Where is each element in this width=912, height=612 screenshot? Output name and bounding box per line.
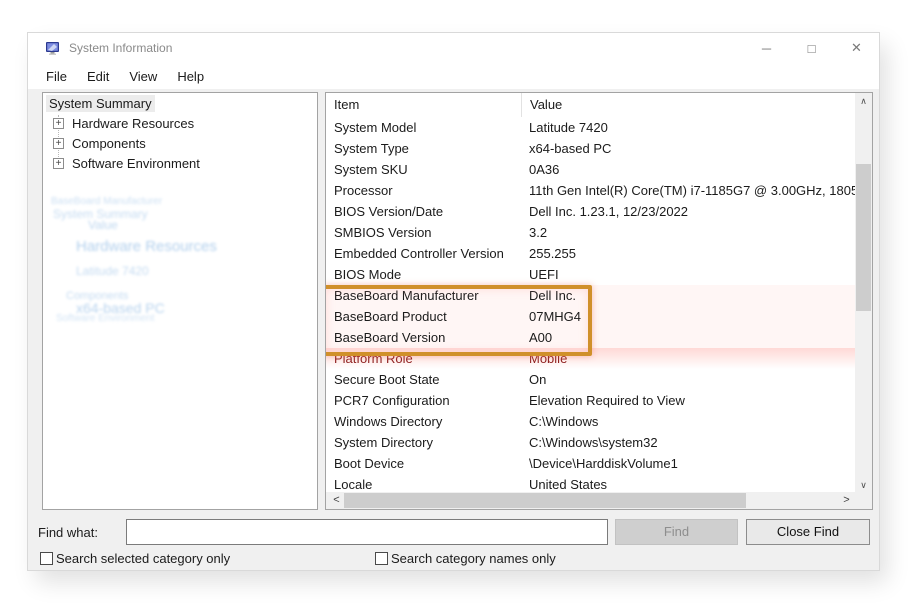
menu-edit[interactable]: Edit [77, 66, 119, 87]
close-find-button[interactable]: Close Find [746, 519, 870, 545]
table-row[interactable]: BIOS Version/Date Dell Inc. 1.23.1, 12/2… [326, 201, 855, 222]
search-options-row: Search selected category only Search cat… [28, 551, 879, 570]
ghost-text-artifact: BaseBoard Manufacturer [51, 196, 162, 207]
menu-bar: FileEditViewHelp [28, 63, 879, 89]
scroll-left-arrow-icon[interactable]: < [328, 492, 345, 509]
table-row[interactable]: System SKU 0A36 [326, 159, 855, 180]
table-row[interactable]: System Directory C:\Windows\system32 [326, 432, 855, 453]
find-what-label: Find what: [38, 525, 98, 540]
system-information-app-icon [45, 40, 61, 56]
table-row[interactable]: BIOS Mode UEFI [326, 264, 855, 285]
table-row[interactable]: BaseBoard Manufacturer Dell Inc. [326, 285, 855, 306]
window-controls: ─ □ ✕ [744, 33, 879, 63]
table-row[interactable]: Platform Role Mobile [326, 348, 855, 369]
expand-plus-icon[interactable]: + [53, 118, 64, 129]
category-tree-panel: System Summary + Hardware Resources + Co… [42, 92, 318, 510]
expand-plus-icon[interactable]: + [53, 138, 64, 149]
search-selected-category-label: Search selected category only [56, 551, 230, 566]
tree-item-software-environment[interactable]: + Software Environment [43, 153, 317, 173]
search-category-names-checkbox[interactable] [375, 552, 388, 565]
scrollbar-corner [855, 492, 872, 509]
scroll-up-arrow-icon[interactable]: ∧ [855, 93, 872, 110]
table-rows: System Model Latitude 7420 System Type x… [326, 117, 855, 495]
table-row[interactable]: Secure Boot State On [326, 369, 855, 390]
table-row[interactable]: PCR7 Configuration Elevation Required to… [326, 390, 855, 411]
search-selected-category-checkbox[interactable] [40, 552, 53, 565]
screenshot-canvas: System Information ─ □ ✕ FileEditViewHel… [0, 0, 912, 612]
maximize-button[interactable]: □ [789, 33, 834, 63]
table-row[interactable]: System Type x64-based PC [326, 138, 855, 159]
column-header-item[interactable]: Item [326, 93, 521, 117]
table-row[interactable]: Windows Directory C:\Windows [326, 411, 855, 432]
horizontal-scrollbar[interactable]: < > [326, 492, 855, 509]
menu-help[interactable]: Help [167, 66, 214, 87]
title-bar: System Information ─ □ ✕ [28, 33, 879, 63]
column-header-value[interactable]: Value [521, 93, 855, 117]
ghost-text-artifact: Hardware Resources [76, 238, 217, 255]
table-row[interactable]: System Model Latitude 7420 [326, 117, 855, 138]
table-row[interactable]: Boot Device \Device\HarddiskVolume1 [326, 453, 855, 474]
system-information-window: System Information ─ □ ✕ FileEditViewHel… [28, 33, 879, 570]
table-row[interactable]: BaseBoard Version A00 [326, 327, 855, 348]
horizontal-scrollbar-thumb[interactable] [344, 493, 746, 508]
vertical-scrollbar[interactable]: ∧ ∨ [855, 93, 872, 494]
tree-item-components[interactable]: + Components [43, 133, 317, 153]
ghost-text-artifact: System Summary [53, 207, 148, 221]
table-row[interactable]: SMBIOS Version 3.2 [326, 222, 855, 243]
detail-panel: Item Value System Model Latitude 7420 Sy… [325, 92, 873, 510]
vertical-scrollbar-thumb[interactable] [856, 164, 871, 311]
ghost-text-artifact: x64-based PC [76, 300, 165, 316]
close-button[interactable]: ✕ [834, 33, 879, 63]
ghost-text-artifact: Components [66, 290, 128, 302]
find-button[interactable]: Find [615, 519, 738, 545]
menu-file[interactable]: File [36, 66, 77, 87]
scroll-right-arrow-icon[interactable]: > [838, 492, 855, 509]
table-row[interactable]: Processor 11th Gen Intel(R) Core(TM) i7-… [326, 180, 855, 201]
table-header: Item Value [326, 93, 855, 117]
find-input[interactable] [126, 519, 608, 545]
tree-item-system-summary[interactable]: System Summary [43, 93, 317, 113]
minimize-button[interactable]: ─ [744, 33, 789, 63]
search-category-names-label: Search category names only [391, 551, 556, 566]
window-title: System Information [69, 41, 172, 55]
ghost-text-artifact: Value [88, 218, 118, 232]
table-row[interactable]: BaseBoard Product 07MHG4 [326, 306, 855, 327]
expand-plus-icon[interactable]: + [53, 158, 64, 169]
tree-item-hardware-resources[interactable]: + Hardware Resources [43, 113, 317, 133]
ghost-text-artifact: Latitude 7420 [76, 264, 149, 278]
menu-view[interactable]: View [119, 66, 167, 87]
table-row[interactable]: Embedded Controller Version 255.255 [326, 243, 855, 264]
ghost-text-artifact: Software Environment [56, 313, 154, 324]
